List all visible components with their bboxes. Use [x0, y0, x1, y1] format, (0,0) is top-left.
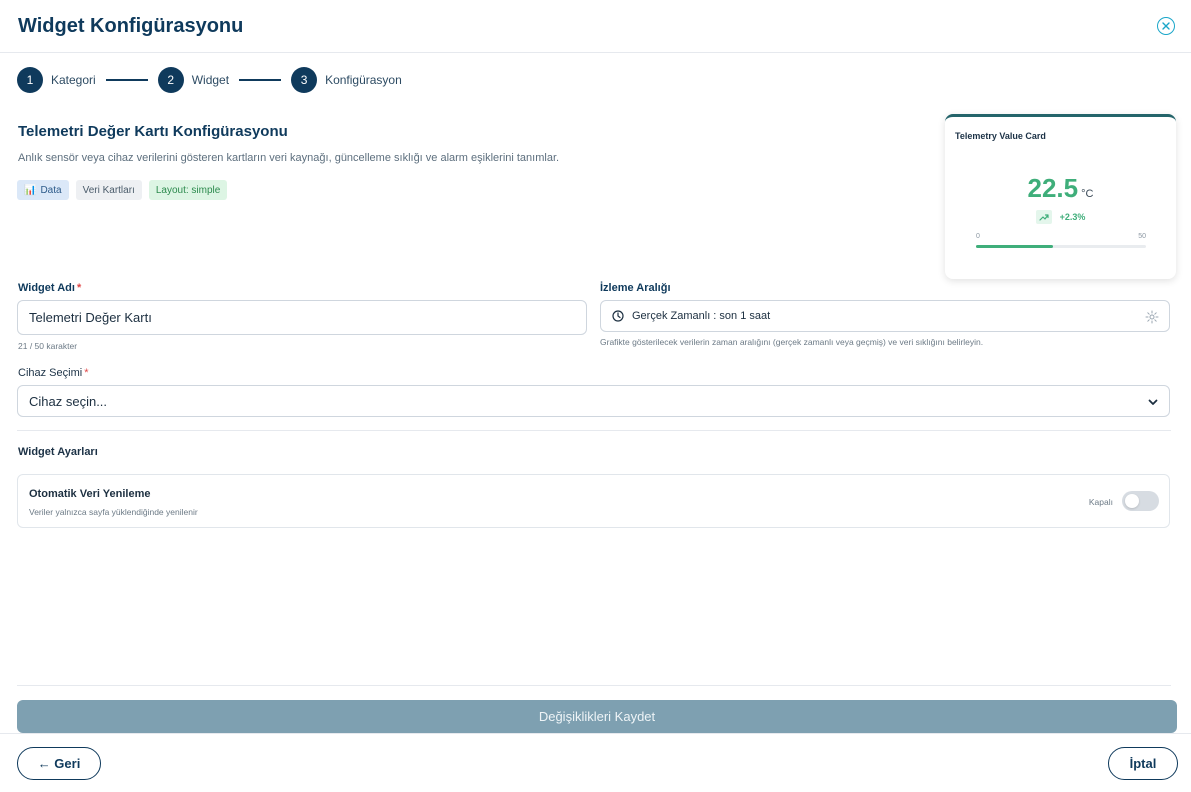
- step-3-circle[interactable]: 3: [291, 67, 318, 93]
- close-icon[interactable]: [1157, 17, 1175, 35]
- step-connector: [105, 79, 148, 81]
- preview-progress-fill: [976, 245, 1053, 248]
- tag-data: 📊 Data: [17, 180, 69, 200]
- interval-label: İzleme Aralığı: [600, 282, 671, 294]
- preview-max: 50: [1138, 233, 1146, 240]
- toggle-knob: [1125, 494, 1139, 508]
- device-label: Cihaz Seçimi *: [18, 367, 88, 379]
- settings-title: Widget Ayarları: [18, 446, 98, 458]
- preview-value: 22.5: [1027, 173, 1079, 203]
- step-1-circle[interactable]: 1: [17, 67, 43, 93]
- auto-refresh-name: Otomatik Veri Yenileme: [29, 488, 151, 500]
- cancel-button[interactable]: İptal: [1108, 747, 1178, 780]
- required-mark: *: [84, 367, 89, 379]
- interval-value: Gerçek Zamanlı : son 1 saat: [632, 310, 771, 322]
- widget-name-label-text: Widget Adı: [18, 282, 75, 294]
- preview-trend-value: +2.3%: [1059, 212, 1086, 222]
- preview-min: 0: [976, 233, 980, 240]
- chevron-down-icon: [1148, 399, 1158, 405]
- widget-name-value: Telemetri Değer Kartı: [29, 310, 152, 325]
- back-button[interactable]: ← Geri: [17, 747, 101, 780]
- device-select-value: Cihaz seçin...: [29, 393, 108, 409]
- widget-name-input[interactable]: Telemetri Değer Kartı: [17, 300, 587, 335]
- tag-category: Veri Kartları: [75, 180, 142, 200]
- auto-refresh-setting: Otomatik Veri Yenileme Veriler yalnızca …: [17, 474, 1170, 528]
- save-changes-button[interactable]: Değişiklikleri Kaydet: [17, 700, 1177, 733]
- preview-progress-track: [976, 245, 1146, 248]
- interval-picker[interactable]: Gerçek Zamanlı : son 1 saat: [600, 300, 1170, 332]
- required-mark: *: [76, 282, 82, 294]
- bar-chart-icon: 📊: [24, 184, 37, 196]
- preview-title: Telemetry Value Card: [955, 131, 1046, 141]
- divider: [17, 685, 1171, 686]
- widget-config-title: Telemetri Değer Kartı Konfigürasyonu: [18, 123, 288, 140]
- trend-up-icon: [1035, 210, 1052, 224]
- gear-icon[interactable]: [1145, 310, 1159, 324]
- tag-layout: Layout: simple: [148, 180, 228, 200]
- step-connector: [239, 79, 282, 81]
- widget-name-label: Widget Adı *: [18, 282, 81, 294]
- auto-refresh-description: Veriler yalnızca sayfa yüklendiğinde yen…: [29, 507, 198, 517]
- step-2-label: Widget: [191, 73, 230, 87]
- stepper: 1 Kategori 2 Widget 3 Konfigürasyon: [17, 67, 402, 93]
- widget-config-description: Anlık sensör veya cihaz verilerini göste…: [18, 152, 560, 164]
- step-2-circle[interactable]: 2: [157, 67, 184, 93]
- modal-header: Widget Konfigürasyonu: [0, 0, 1191, 53]
- tag-data-label: Data: [40, 184, 62, 196]
- interval-help: Grafikte gösterilecek verilerin zaman ar…: [600, 337, 984, 347]
- widget-name-counter: 21 / 50 karakter: [18, 341, 78, 351]
- widget-tags: 📊 Data Veri Kartları Layout: simple: [17, 180, 228, 200]
- step-1-label: Kategori: [51, 73, 96, 87]
- divider: [17, 430, 1171, 431]
- auto-refresh-toggle[interactable]: [1122, 491, 1159, 511]
- step-3-label: Konfigürasyon: [325, 73, 402, 87]
- modal-title: Widget Konfigürasyonu: [18, 15, 244, 37]
- auto-refresh-state: Kapalı: [1088, 497, 1113, 507]
- preview-unit: °C: [1081, 188, 1094, 200]
- footer-divider: [0, 733, 1191, 734]
- clock-icon: [612, 310, 624, 322]
- preview-value-row: 22.5 °C: [945, 173, 1176, 204]
- device-select[interactable]: Cihaz seçin...: [17, 385, 1170, 417]
- preview-trend: +2.3%: [945, 210, 1176, 224]
- device-label-text: Cihaz Seçimi: [18, 367, 83, 379]
- widget-preview-card: Telemetry Value Card 22.5 °C +2.3% 0 50: [945, 114, 1176, 279]
